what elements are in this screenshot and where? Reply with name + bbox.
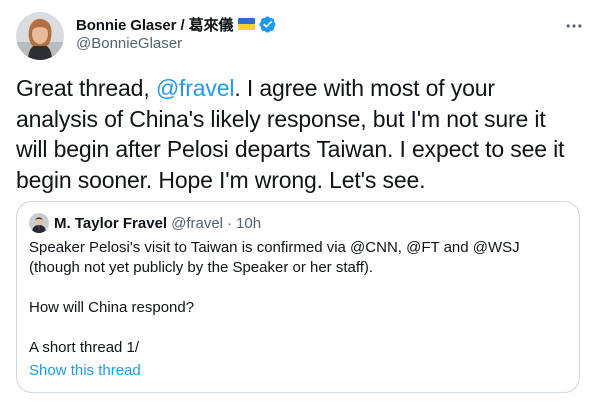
- tweet: Bonnie Glaser / 葛來儀 @BonnieGlaser Great …: [0, 0, 598, 410]
- quoted-text-line: [29, 318, 549, 338]
- show-thread-link[interactable]: Show this thread: [29, 362, 141, 379]
- author-display-name[interactable]: Bonnie Glaser / 葛來儀: [76, 14, 233, 35]
- quoted-author-name: M. Taylor Fravel: [54, 214, 168, 232]
- author-avatar[interactable]: [16, 12, 64, 60]
- tweet-text-start: Great thread,: [16, 75, 156, 101]
- quoted-author-handle: @fravel: [171, 214, 224, 232]
- author-handle[interactable]: @BonnieGlaser: [76, 35, 277, 52]
- quoted-tweet-header: M. Taylor Fravel @fravel · 10h: [29, 213, 261, 233]
- tweet-text: Great thread, @fravel. I agree with most…: [16, 73, 582, 195]
- verified-badge-icon: [258, 15, 277, 34]
- quoted-text-line: Speaker Pelosi's visit to Taiwan is conf…: [29, 239, 520, 276]
- quoted-tweet[interactable]: M. Taylor Fravel @fravel · 10h Speaker P…: [16, 201, 580, 393]
- author-block: Bonnie Glaser / 葛來儀 @BonnieGlaser: [76, 14, 277, 52]
- quoted-text-line: A short thread 1/: [29, 339, 140, 356]
- mention-link[interactable]: @fravel: [156, 75, 235, 101]
- more-options-icon[interactable]: [564, 16, 584, 36]
- separator-dot: ·: [227, 214, 233, 232]
- quoted-text-line: How will China respond?: [29, 299, 195, 316]
- quoted-text-line: [29, 278, 549, 298]
- quoted-timestamp: 10h: [236, 214, 262, 232]
- ukraine-flag-icon: [238, 18, 256, 30]
- author-name-row: Bonnie Glaser / 葛來儀: [76, 14, 277, 34]
- quoted-tweet-text: Speaker Pelosi's visit to Taiwan is conf…: [29, 238, 549, 358]
- quoted-author-avatar: [29, 213, 49, 233]
